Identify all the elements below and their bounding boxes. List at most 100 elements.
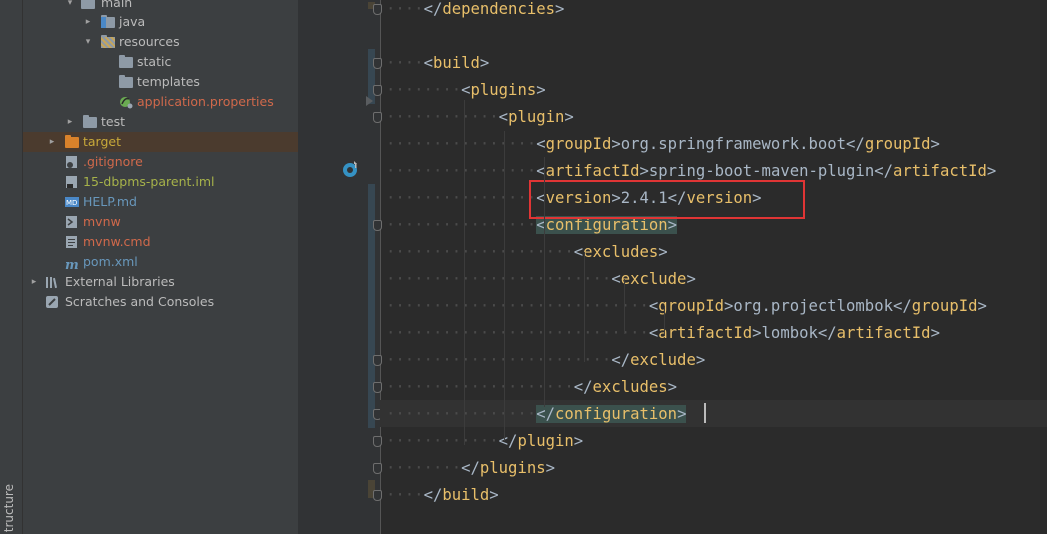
indent-guide bbox=[624, 279, 625, 334]
fold-marker-icon[interactable] bbox=[373, 85, 382, 96]
tree-item-templates[interactable]: templates bbox=[23, 72, 298, 92]
code-line[interactable]: ····························<groupId>org… bbox=[386, 293, 987, 320]
tree-item-label: Scratches and Consoles bbox=[65, 294, 215, 309]
annotation-highlight-box bbox=[529, 180, 805, 219]
spring-properties-icon bbox=[119, 95, 133, 109]
code-text: <build> bbox=[423, 54, 490, 72]
code-text: </plugin> bbox=[498, 432, 584, 450]
structure-tab-label[interactable]: tructure bbox=[2, 484, 16, 532]
tree-item-pom-xml[interactable]: m pom.xml bbox=[23, 252, 298, 273]
structure-tool-strip[interactable]: tructure bbox=[0, 0, 23, 534]
indent-guide bbox=[544, 157, 545, 407]
tree-item-external-libraries[interactable]: ▸ External Libraries bbox=[23, 272, 298, 292]
chevron-down-icon[interactable]: ▾ bbox=[83, 32, 93, 52]
whitespace-dots: ············ bbox=[386, 432, 499, 450]
chevron-right-icon bbox=[366, 96, 373, 106]
tree-item-resources[interactable]: ▾ resources bbox=[23, 32, 298, 52]
whitespace-dots: ················ bbox=[386, 189, 537, 207]
whitespace-dots: ···················· bbox=[386, 243, 574, 261]
code-line[interactable]: ····</build> bbox=[386, 482, 499, 509]
folder-source-icon bbox=[101, 15, 115, 29]
whitespace-dots: ···· bbox=[386, 54, 424, 72]
tree-item-label: resources bbox=[119, 34, 180, 49]
code-line[interactable]: ········<plugins> bbox=[386, 77, 546, 104]
code-editor[interactable]: ····</dependencies> ····<build> ········<p… bbox=[298, 0, 1047, 534]
fold-marker-icon[interactable] bbox=[373, 112, 382, 123]
whitespace-dots: ················ bbox=[386, 405, 537, 423]
code-line[interactable]: ························<exclude> bbox=[386, 266, 696, 293]
chevron-right-icon[interactable]: ▸ bbox=[29, 272, 39, 292]
fold-marker-icon[interactable] bbox=[373, 490, 382, 501]
fold-marker-icon[interactable] bbox=[373, 355, 382, 366]
code-text: </exclude> bbox=[611, 351, 706, 369]
code-line[interactable]: ················</configuration> bbox=[386, 401, 687, 428]
cmd-file-icon bbox=[65, 235, 79, 249]
code-line[interactable]: ················<groupId>org.springframe… bbox=[386, 131, 940, 158]
folder-excluded-icon bbox=[65, 135, 79, 149]
code-line[interactable]: ············</plugin> bbox=[386, 428, 583, 455]
code-line[interactable]: ············<plugin> bbox=[386, 104, 574, 131]
tree-item-mvnw-cmd[interactable]: mvnw.cmd bbox=[23, 232, 298, 252]
whitespace-dots: ···· bbox=[386, 0, 424, 18]
tree-item-label: static bbox=[137, 54, 172, 69]
override-gutter-icon[interactable] bbox=[341, 160, 359, 178]
tree-item-label: External Libraries bbox=[65, 274, 175, 289]
code-text: <groupId>org.projectlombok</groupId> bbox=[648, 297, 987, 315]
tree-item-label: mvnw bbox=[83, 214, 121, 229]
whitespace-dots: ························ bbox=[386, 351, 612, 369]
code-text: </dependencies> bbox=[423, 0, 565, 18]
markdown-file-icon: MD bbox=[65, 195, 79, 209]
whitespace-dots: ···························· bbox=[386, 297, 649, 315]
whitespace-dots: ················ bbox=[386, 216, 537, 234]
code-line[interactable]: ························</exclude> bbox=[386, 347, 705, 374]
tree-item-label: application.properties bbox=[137, 94, 274, 109]
tree-item-application-properties[interactable]: application.properties bbox=[23, 92, 298, 112]
tree-item-label: 15-dbpms-parent.iml bbox=[83, 174, 215, 189]
fold-marker-icon[interactable] bbox=[373, 436, 382, 447]
tree-item-label: target bbox=[83, 134, 122, 149]
chevron-right-icon[interactable]: ▸ bbox=[83, 12, 93, 32]
tree-item-java[interactable]: ▸ java bbox=[23, 12, 298, 32]
tree-item-test[interactable]: ▸ test bbox=[23, 112, 298, 132]
tree-item-label: java bbox=[119, 14, 146, 29]
code-text: <groupId>org.springframework.boot</group… bbox=[536, 135, 940, 153]
code-line[interactable]: ····<build> bbox=[386, 50, 489, 77]
maven-file-icon: m bbox=[65, 258, 79, 273]
tree-item-label: pom.xml bbox=[83, 254, 138, 269]
whitespace-dots: ················ bbox=[386, 135, 537, 153]
indent-guide bbox=[464, 100, 465, 445]
code-line[interactable]: ····························<artifactId>… bbox=[386, 320, 940, 347]
fold-marker-icon[interactable] bbox=[373, 463, 382, 474]
tree-item-mvnw[interactable]: mvnw bbox=[23, 212, 298, 232]
tree-item-label: .gitignore bbox=[83, 154, 143, 169]
chevron-right-icon[interactable]: ▸ bbox=[65, 112, 75, 132]
whitespace-dots: ···························· bbox=[386, 324, 649, 342]
indent-guide bbox=[584, 252, 585, 362]
tree-item-label: test bbox=[101, 114, 126, 129]
whitespace-dots: ················ bbox=[386, 162, 537, 180]
code-text: <plugins> bbox=[461, 81, 546, 99]
tree-item-static[interactable]: static bbox=[23, 52, 298, 72]
whitespace-dots: ········ bbox=[386, 81, 462, 99]
fold-marker-icon[interactable] bbox=[373, 4, 382, 15]
fold-marker-icon[interactable] bbox=[373, 58, 382, 69]
tree-item-gitignore[interactable]: .gitignore bbox=[23, 152, 298, 172]
code-line[interactable]: ····················</excludes> bbox=[386, 374, 677, 401]
tree-item-15-dbpms-parent-iml[interactable]: 15-dbpms-parent.iml bbox=[23, 172, 298, 192]
project-tree[interactable]: ▾ main ▸ java ▾ resources static templates appli… bbox=[23, 0, 298, 534]
tree-item-label: templates bbox=[137, 74, 200, 89]
tree-item-scratches-and-consoles[interactable]: Scratches and Consoles bbox=[23, 292, 298, 312]
indent-guide bbox=[504, 131, 505, 441]
fold-marker-icon[interactable] bbox=[373, 382, 382, 393]
whitespace-dots: ························ bbox=[386, 270, 612, 288]
tree-item-target[interactable]: ▸ target bbox=[23, 132, 298, 152]
chevron-right-icon[interactable]: ▸ bbox=[47, 132, 57, 152]
fold-marker-icon[interactable] bbox=[373, 220, 382, 231]
editor-gutter[interactable] bbox=[298, 0, 382, 534]
tree-item-help-md[interactable]: MD HELP.md bbox=[23, 192, 298, 212]
scratches-icon bbox=[45, 295, 59, 309]
code-line[interactable]: ········</plugins> bbox=[386, 455, 555, 482]
code-text: </configuration> bbox=[536, 405, 687, 423]
code-line[interactable]: ····</dependencies> bbox=[386, 0, 564, 23]
code-line[interactable]: ····················<excludes> bbox=[386, 239, 668, 266]
